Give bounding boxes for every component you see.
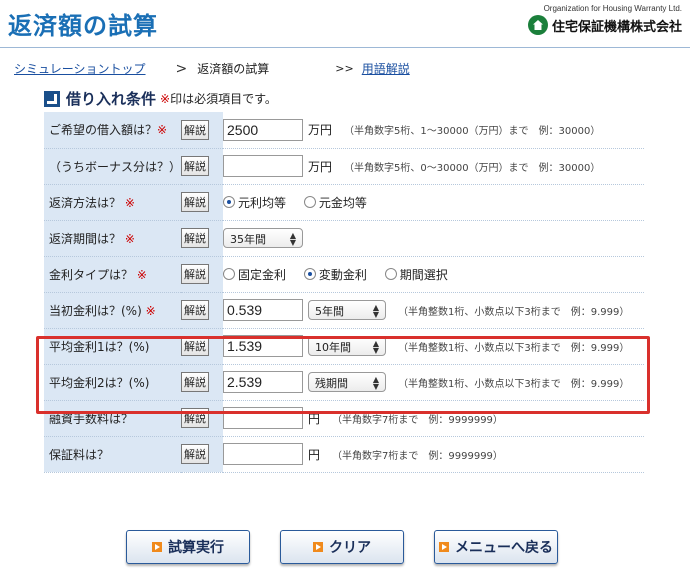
help-button-loan-fee[interactable]: 解説 xyxy=(181,408,209,428)
row-guarantee-fee: 保証料は？ 解説 円 （半角数字7桁まで 例：9999999） xyxy=(44,436,644,473)
label-guarantee-fee: 保証料は？ xyxy=(44,436,181,473)
help-button-repay-method[interactable]: 解説 xyxy=(181,192,209,212)
house-logo-icon xyxy=(527,15,548,35)
row-avg-rate2: 平均金利2は？(%) 解説 2.539 残期間 ▲ ▼ （半角整数1桁、小数点以下3桁ま… xyxy=(44,364,644,401)
help-button-bonus[interactable]: 解説 xyxy=(181,156,209,176)
breadcrumb: シミュレーショントップ > 返済額の試算 >> 用語解説 xyxy=(14,60,410,77)
hint-loan-amount: （半角数字5桁、1〜30000（万円）まで 例：30000） xyxy=(344,126,601,138)
select-arrows-icon: ▲ ▼ xyxy=(289,231,296,247)
breadcrumb-current: 返済額の試算 xyxy=(197,62,270,76)
loan-amount-input[interactable]: 2500 xyxy=(223,118,303,141)
radio-fixed-rate[interactable]: 固定金利 xyxy=(223,266,286,283)
initial-rate-period-select[interactable]: 5年間 ▲ ▼ xyxy=(308,300,386,320)
hint-loan-fee: （半角数字7桁まで 例：9999999） xyxy=(332,414,503,426)
avg-rate1-period-select[interactable]: 10年間 ▲ ▼ xyxy=(308,336,386,356)
breadcrumb-separator: > xyxy=(175,60,188,77)
radio-unselected-icon xyxy=(384,268,397,280)
unit-man-yen: 万円 xyxy=(308,123,333,138)
unit-yen: 円 xyxy=(308,411,321,426)
row-bonus: （うちボーナス分は？） 解説 万円 （半角数字5桁、0〜30000（万円）まで 例… xyxy=(44,148,644,185)
section-note: 印は必須項目です。 xyxy=(170,92,277,106)
radio-equal-payment[interactable]: 元利均等 xyxy=(223,194,286,211)
help-button-avg-rate1[interactable]: 解説 xyxy=(181,336,209,356)
page-title: 返済額の試算 xyxy=(8,12,158,40)
radio-selected-icon xyxy=(223,196,235,208)
row-initial-rate: 当初金利は？(%) ※ 解説 0.539 5年間 ▲ ▼ （半角整数1桁、小数点以下3桁… xyxy=(44,292,644,329)
section-heading: 借り入れ条件 ※ 印は必須項目です。 xyxy=(44,88,277,109)
radio-unselected-icon xyxy=(223,268,235,280)
help-button-initial-rate[interactable]: 解説 xyxy=(181,300,209,320)
label-repay-method: 返済方法は？ ※ xyxy=(44,184,181,221)
hint-initial-rate: （半角整数1桁、小数点以下3桁まで 例：9.999） xyxy=(398,306,630,318)
breadcrumb-simulation-top-link[interactable]: シミュレーショントップ xyxy=(14,60,146,77)
arrow-right-icon xyxy=(439,542,449,552)
guarantee-fee-input[interactable] xyxy=(223,443,303,465)
help-button-loan-amount[interactable]: 解説 xyxy=(181,119,209,140)
unit-yen: 円 xyxy=(308,447,321,462)
help-button-repay-period[interactable]: 解説 xyxy=(181,228,209,248)
loan-fee-input[interactable] xyxy=(223,407,303,429)
radio-period-select[interactable]: 期間選択 xyxy=(384,266,448,283)
row-repay-period: 返済期間は？ ※ 解説 35年間 ▲ ▼ xyxy=(44,220,644,257)
avg-rate1-input[interactable]: 1.539 xyxy=(223,335,303,357)
row-repay-method: 返済方法は？ ※ 解説 元利均等 元金均等 xyxy=(44,184,644,221)
label-rate-type: 金利タイプは？ ※ xyxy=(44,256,181,293)
row-loan-fee: 融資手数料は？ 解説 円 （半角数字7桁まで 例：9999999） xyxy=(44,400,644,437)
repay-period-select[interactable]: 35年間 ▲ ▼ xyxy=(223,228,303,248)
help-button-rate-type[interactable]: 解説 xyxy=(181,264,209,284)
org-name-en: Organization for Housing Warranty Ltd. xyxy=(543,4,682,13)
radio-unselected-icon xyxy=(303,196,316,208)
glossary-link[interactable]: 用語解説 xyxy=(362,60,410,77)
required-mark: ※ xyxy=(160,91,171,106)
avg-rate2-input[interactable]: 2.539 xyxy=(223,371,303,393)
label-avg-rate1: 平均金利1は？(%) xyxy=(44,328,181,365)
arrow-right-icon xyxy=(313,542,323,552)
bonus-input[interactable] xyxy=(223,155,303,177)
arrow-right-icon xyxy=(152,542,162,552)
help-button-guarantee-fee[interactable]: 解説 xyxy=(181,444,209,464)
section-check-icon xyxy=(44,90,60,107)
select-arrows-icon: ▲ ▼ xyxy=(372,303,379,319)
select-arrows-icon: ▲ ▼ xyxy=(372,339,379,355)
action-buttons: 試算実行 クリア メニューへ戻る xyxy=(0,530,690,566)
glossary-arrows: >> xyxy=(335,62,354,75)
row-avg-rate1: 平均金利1は？(%) 解説 1.539 10年間 ▲ ▼ （半角整数1桁、小数点以下3桁… xyxy=(44,328,644,365)
label-bonus: （うちボーナス分は？） xyxy=(44,148,181,185)
help-button-avg-rate2[interactable]: 解説 xyxy=(181,372,209,392)
label-avg-rate2: 平均金利2は？(%) xyxy=(44,364,181,401)
initial-rate-input[interactable]: 0.539 xyxy=(223,299,303,321)
page-header: 返済額の試算 Organization for Housing Warranty… xyxy=(0,0,690,48)
hint-bonus: （半角数字5桁、0〜30000（万円）まで 例：30000） xyxy=(344,162,601,174)
clear-button[interactable]: クリア xyxy=(280,530,404,564)
org-logo-block: Organization for Housing Warranty Ltd. 住… xyxy=(527,4,682,35)
hint-guarantee-fee: （半角数字7桁まで 例：9999999） xyxy=(332,450,503,462)
loan-conditions-form: ご希望の借入額は？※ 解説 2500 万円 （半角数字5桁、1〜30000（万円）ま… xyxy=(44,112,644,473)
org-name-ja: 住宅保証機構株式会社 xyxy=(551,19,682,35)
radio-equal-principal[interactable]: 元金均等 xyxy=(303,194,367,211)
back-to-menu-button[interactable]: メニューへ戻る xyxy=(434,530,558,564)
select-arrows-icon: ▲ ▼ xyxy=(372,375,379,391)
row-loan-amount: ご希望の借入額は？※ 解説 2500 万円 （半角数字5桁、1〜30000（万円）ま… xyxy=(44,112,644,149)
avg-rate2-period-select[interactable]: 残期間 ▲ ▼ xyxy=(308,372,386,392)
glossary: >> 用語解説 xyxy=(335,60,409,77)
label-loan-amount: ご希望の借入額は？※ xyxy=(44,112,181,149)
hint-avg-rate2: （半角整数1桁、小数点以下3桁まで 例：9.999） xyxy=(398,378,630,390)
row-rate-type: 金利タイプは？ ※ 解説 固定金利 変動金利 期間選択 xyxy=(44,256,644,293)
label-loan-fee: 融資手数料は？ xyxy=(44,400,181,437)
unit-man-yen: 万円 xyxy=(308,159,333,174)
radio-selected-icon xyxy=(303,268,316,280)
hint-avg-rate1: （半角整数1桁、小数点以下3桁まで 例：9.999） xyxy=(398,342,630,354)
radio-variable-rate[interactable]: 変動金利 xyxy=(303,266,367,283)
section-title: 借り入れ条件 xyxy=(66,90,157,108)
label-initial-rate: 当初金利は？(%) ※ xyxy=(44,292,181,329)
label-repay-period: 返済期間は？ ※ xyxy=(44,220,181,257)
calculate-button[interactable]: 試算実行 xyxy=(126,530,250,564)
